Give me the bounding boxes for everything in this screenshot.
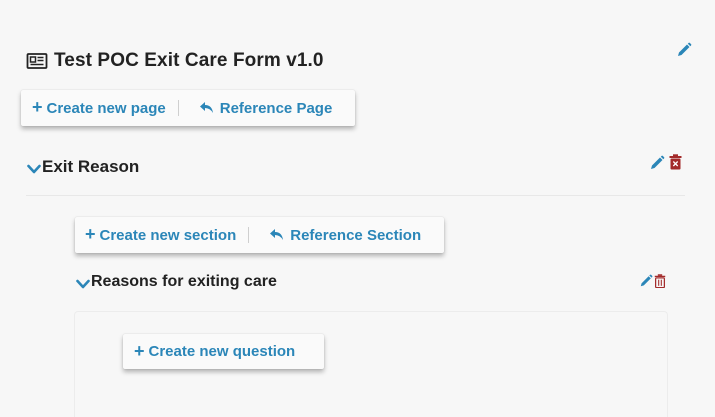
form-title: Test POC Exit Care Form v1.0 [54, 50, 324, 71]
page-toolbar: + Create new page Reference Page [21, 90, 355, 126]
create-new-question-button[interactable]: + Create new question [134, 340, 295, 361]
edit-page-pencil-icon[interactable] [649, 155, 665, 171]
edit-section-pencil-icon[interactable] [639, 274, 653, 288]
section-title-row[interactable]: Reasons for exiting care [76, 273, 277, 291]
reply-arrow-icon [199, 101, 216, 115]
page-divider [26, 195, 685, 196]
chevron-down-icon[interactable] [27, 159, 41, 175]
plus-icon: + [85, 224, 96, 244]
page-title-row[interactable]: Exit Reason [27, 157, 139, 177]
reference-page-button[interactable]: Reference Page [199, 100, 332, 117]
question-toolbar: + Create new question [123, 334, 324, 369]
plus-icon: + [32, 97, 43, 117]
reference-section-button[interactable]: Reference Section [269, 227, 421, 244]
reply-arrow-icon [269, 228, 286, 242]
section-title: Reasons for exiting care [91, 273, 277, 290]
form-header: Test POC Exit Care Form v1.0 [26, 50, 324, 72]
toolbar-separator [248, 227, 250, 243]
chevron-down-icon[interactable] [76, 274, 90, 290]
create-new-section-button[interactable]: + Create new section [85, 224, 236, 244]
page-title: Exit Reason [42, 157, 140, 176]
section-toolbar: + Create new section Reference Section [75, 217, 444, 253]
form-icon [26, 52, 48, 70]
delete-page-trash-icon[interactable] [669, 154, 682, 170]
plus-icon: + [134, 340, 145, 361]
create-new-page-button[interactable]: + Create new page [32, 97, 166, 117]
edit-form-pencil-icon[interactable] [676, 42, 692, 58]
toolbar-separator [177, 100, 179, 116]
delete-section-trash-icon[interactable] [654, 274, 666, 288]
